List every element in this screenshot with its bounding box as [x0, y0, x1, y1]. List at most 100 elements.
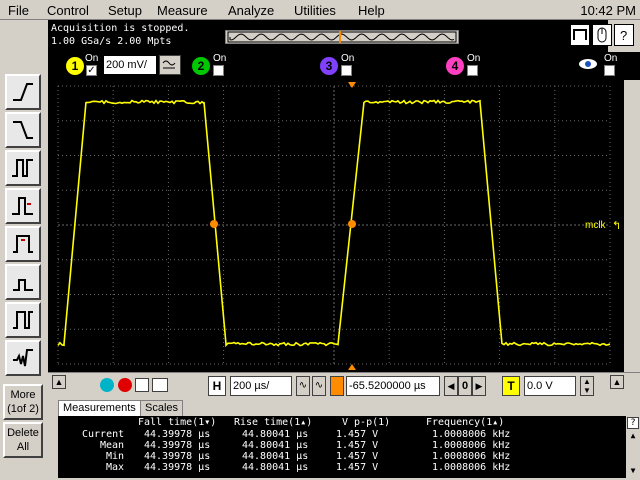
scroll-up-icon[interactable]: ▲: [52, 375, 66, 389]
glitch-button[interactable]: [5, 188, 41, 224]
channel-4-badge[interactable]: 4: [446, 57, 464, 75]
fine-adjust-icon[interactable]: ∿: [296, 376, 310, 396]
bottom-tabs: Measurements Scales: [58, 400, 638, 416]
cell-vpp: 1.457 V: [336, 462, 378, 473]
more-button[interactable]: More (1of 2): [3, 384, 43, 420]
cell-frequency: 1.0008006 kHz: [432, 451, 510, 462]
timeout-button[interactable]: [5, 340, 41, 376]
eye-on-label: On: [604, 53, 617, 64]
display-mode-icons: ?: [570, 24, 636, 48]
delete-sublabel: All: [5, 440, 41, 454]
trigger-position-marker-top[interactable]: [348, 82, 356, 88]
help-icon[interactable]: ?: [627, 417, 639, 429]
cell-frequency: 1.0008006 kHz: [432, 440, 510, 451]
channel-1-scale-field[interactable]: 200 mV/: [103, 55, 157, 75]
mouse-icon[interactable]: [592, 24, 612, 46]
help-icon[interactable]: ?: [614, 24, 634, 46]
table-row: Min 44.39978 µs 44.80041 µs 1.457 V 1.00…: [58, 451, 618, 462]
transition-icon: [11, 308, 35, 332]
channel-2-on-label: On: [213, 53, 226, 64]
menu-setup[interactable]: Setup: [108, 3, 142, 18]
setup-hold-icon: [11, 232, 35, 256]
row-label: Min: [106, 451, 124, 462]
col-vpp: V p-p(1): [342, 417, 390, 428]
scroll-up-icon[interactable]: ▲: [627, 431, 639, 441]
col-frequency: Frequency(1▴): [426, 417, 504, 428]
coarse-adjust-icon[interactable]: ∿: [312, 376, 326, 396]
cell-rise: 44.80041 µs: [242, 451, 308, 462]
trigger-reference-icon[interactable]: [330, 376, 344, 396]
eye-checkbox[interactable]: [604, 65, 615, 76]
menu-measure[interactable]: Measure: [157, 3, 208, 18]
eye-icon[interactable]: [578, 57, 598, 71]
position-zero-button[interactable]: 0: [458, 376, 472, 396]
transition-button[interactable]: [5, 302, 41, 338]
sample-rate-text: 1.00 GSa/s 2.00 Mpts: [51, 36, 171, 48]
channel-1-checkbox[interactable]: ✓: [86, 65, 97, 76]
cell-fall: 44.39978 µs: [144, 451, 210, 462]
cell-rise: 44.80041 µs: [242, 429, 308, 440]
table-row: Current 44.39978 µs 44.80041 µs 1.457 V …: [58, 429, 618, 440]
horizontal-position-field[interactable]: -65.5200000 µs: [346, 376, 440, 396]
setup-hold-button[interactable]: [5, 226, 41, 262]
tab-measurements[interactable]: Measurements: [58, 400, 141, 416]
menu-control[interactable]: Control: [47, 3, 89, 18]
cell-frequency: 1.0008006 kHz: [432, 462, 510, 473]
channel-2-badge[interactable]: 2: [192, 57, 210, 75]
delete-label: Delete: [5, 426, 41, 440]
channel-1-on-label: On: [85, 53, 98, 64]
cell-vpp: 1.457 V: [336, 451, 378, 462]
channel-4-on-label: On: [467, 53, 480, 64]
edge-trigger-button[interactable]: [5, 74, 41, 110]
scroll-up-right-icon[interactable]: ▲: [610, 375, 624, 389]
cell-fall: 44.39978 µs: [144, 440, 210, 451]
runt-button[interactable]: [5, 264, 41, 300]
channel-3-checkbox[interactable]: [341, 65, 352, 76]
trigger-position-marker-bottom[interactable]: [348, 364, 356, 370]
channel-1-badge[interactable]: 1: [66, 57, 84, 75]
channel-1-coupling-button[interactable]: [159, 55, 181, 75]
measurements-table: Fall time(1▾) Rise time(1▴) V p-p(1) Fre…: [58, 416, 640, 478]
cell-rise: 44.80041 µs: [242, 462, 308, 473]
measurements-scrollbar[interactable]: ? ▲ ▼: [626, 416, 640, 478]
falling-edge-button[interactable]: [5, 112, 41, 148]
menu-utilities[interactable]: Utilities: [294, 3, 336, 18]
trigger-level-field[interactable]: 0.0 V: [524, 376, 576, 396]
rise-time-marker: [348, 220, 356, 228]
stop-icon[interactable]: [118, 378, 132, 392]
cell-vpp: 1.457 V: [336, 440, 378, 451]
acquisition-status-text: Acquisition is stopped.: [51, 23, 189, 35]
pulse-width-button[interactable]: [5, 150, 41, 186]
position-left-button[interactable]: ◀: [444, 376, 458, 396]
channel-3-on-label: On: [341, 53, 354, 64]
menu-file[interactable]: File: [8, 3, 29, 18]
print-icon[interactable]: [152, 378, 168, 392]
normal-display-icon[interactable]: [570, 24, 590, 46]
menu-bar: File Control Setup Measure Analyze Utili…: [0, 0, 640, 20]
measurements-header: Fall time(1▾) Rise time(1▴) V p-p(1) Fre…: [58, 417, 618, 428]
col-fall-time: Fall time(1▾): [138, 417, 216, 428]
tab-scales[interactable]: Scales: [140, 400, 183, 416]
trigger-level-arrow-icon[interactable]: ↰: [612, 220, 621, 232]
position-right-button[interactable]: ▶: [472, 376, 486, 396]
menu-help[interactable]: Help: [358, 3, 385, 18]
menu-analyze[interactable]: Analyze: [228, 3, 274, 18]
waveform-display[interactable]: mclk ↰: [48, 80, 624, 372]
scroll-down-icon[interactable]: ▼: [627, 466, 639, 476]
run-icon[interactable]: [100, 378, 114, 392]
horizontal-tag: H: [208, 376, 226, 396]
cell-fall: 44.39978 µs: [144, 462, 210, 473]
glitch-icon: [11, 194, 35, 218]
waveform-overview[interactable]: [225, 30, 459, 44]
grid-lines: [58, 86, 610, 364]
trigger-level-stepper[interactable]: ▲ ▼: [580, 376, 594, 396]
delete-all-button[interactable]: Delete All: [3, 422, 43, 458]
channel-4-checkbox[interactable]: [467, 65, 478, 76]
more-label: More: [5, 388, 41, 402]
single-icon[interactable]: [135, 378, 149, 392]
timebase-field[interactable]: 200 µs/: [230, 376, 292, 396]
channel-3-badge[interactable]: 3: [320, 57, 338, 75]
channel-2-checkbox[interactable]: [213, 65, 224, 76]
trace-label: mclk: [585, 220, 607, 231]
horizontal-controls: ▲ H 200 µs/ ∿ ∿ -65.5200000 µs ◀ 0 ▶ T 0…: [48, 372, 640, 398]
